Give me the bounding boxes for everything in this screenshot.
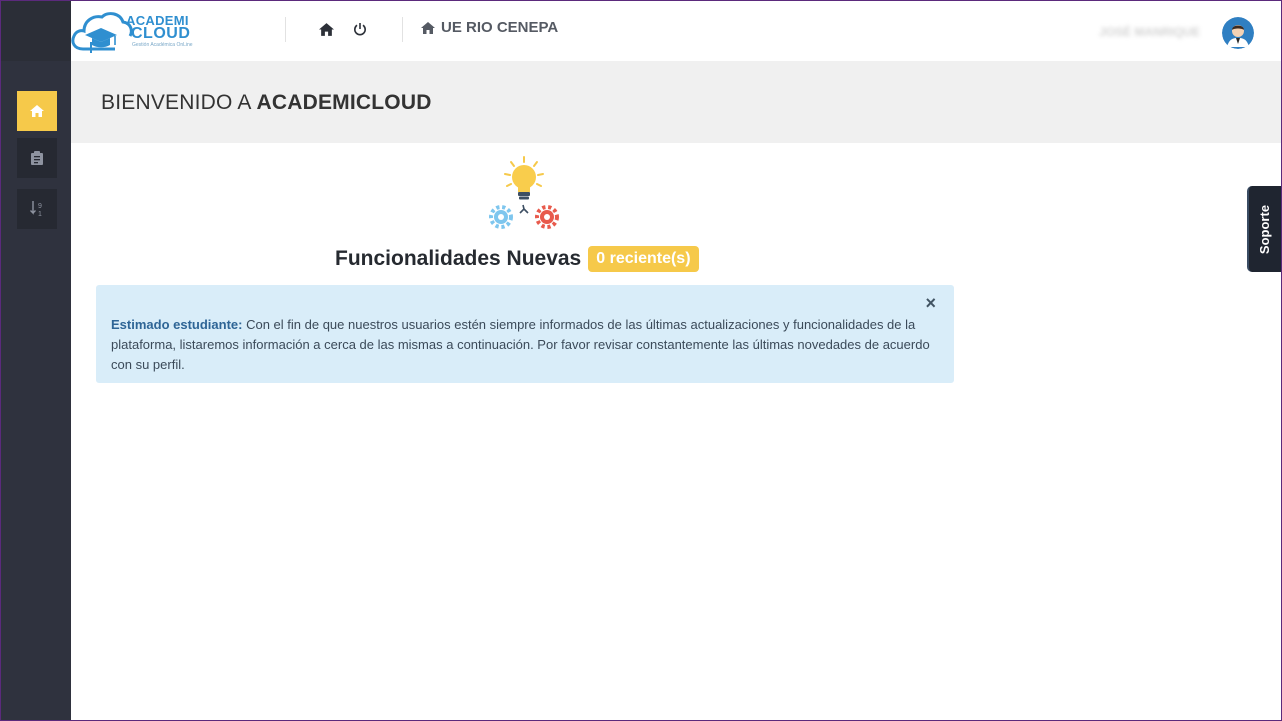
features-heading: Funcionalidades Nuevas 0 reciente(s) [335,246,699,272]
school-name: UE RIO CENEPA [441,19,559,36]
sidebar-item-sort[interactable]: 91 [17,189,57,229]
top-header: ACADEMI CLOUD Gestión Académica OnLine U… [71,1,1281,61]
home-button[interactable] [316,19,336,39]
school-link[interactable]: UE RIO CENEPA [421,19,558,36]
alert-lead: Estimado estudiante: [111,317,243,332]
user-name[interactable]: JOSÉ MANRIQUE [1076,15,1223,61]
home-icon [421,21,435,34]
academicloud-logo[interactable]: ACADEMI CLOUD Gestión Académica OnLine [71,9,196,55]
home-icon [30,105,44,117]
cloud-logo-icon [71,12,133,53]
logo-text-line2: CLOUD [131,25,191,42]
svg-text:9: 9 [38,203,42,210]
logo-tagline: Gestión Académica OnLine [132,42,193,48]
close-icon[interactable]: × [925,293,936,313]
sidebar: 91 [1,61,71,720]
welcome-prefix: BIENVENIDO A [101,91,251,114]
avatar-icon [1222,17,1254,49]
header-divider [285,17,286,42]
lightbulb-gears-icon [489,156,559,229]
welcome-banner: BIENVENIDO A ACADEMICLOUD [71,61,1281,143]
power-icon [354,23,366,36]
svg-text:1: 1 [38,211,42,217]
recent-count-badge: 0 reciente(s) [588,246,699,272]
welcome-brand: ACADEMICLOUD [256,91,432,114]
user-avatar[interactable] [1222,17,1254,49]
sidebar-item-clipboard[interactable] [17,138,57,178]
clipboard-icon [31,151,43,165]
sort-numeric-icon: 91 [30,201,42,217]
features-title: Funcionalidades Nuevas [335,247,582,270]
header-divider [402,17,403,42]
sidebar-top [1,1,71,61]
support-label: Soporte [1257,204,1273,254]
info-alert: × Estimado estudiante: Con el fin de que… [96,285,954,383]
logout-button[interactable] [350,19,370,39]
support-tab[interactable]: Soporte [1247,186,1281,272]
sidebar-item-home[interactable] [17,91,57,131]
home-icon [318,22,334,36]
page-title: BIENVENIDO A ACADEMICLOUD [101,91,432,115]
